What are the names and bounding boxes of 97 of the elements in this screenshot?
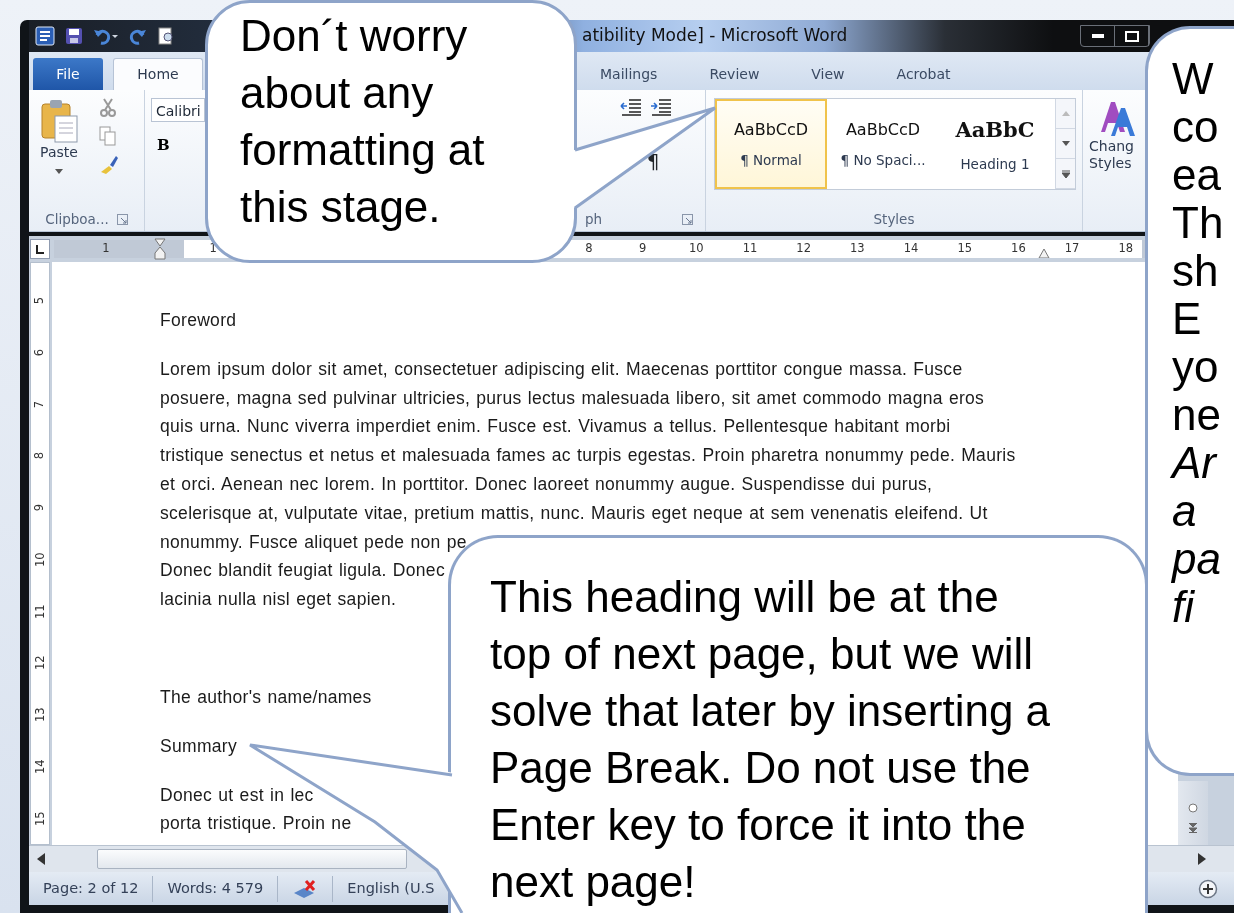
group-label: Clipboa... xyxy=(45,209,109,229)
text-line: lacinia nulla nisl eget sapien. xyxy=(160,588,397,612)
ribbon-tab[interactable]: Home xyxy=(113,58,203,90)
maximize-icon xyxy=(1124,30,1139,42)
ruler-number: 15 xyxy=(31,810,48,826)
redo-icon[interactable] xyxy=(129,27,147,45)
heading-text: Foreword xyxy=(160,309,237,332)
ruler-number: 12 xyxy=(31,655,48,671)
text-line: Donec ut est in lec xyxy=(160,783,314,807)
style-preview: AaBbCcD xyxy=(845,118,921,141)
style-tile[interactable]: AaBbCcD ¶ Normal xyxy=(715,99,827,189)
style-name: ¶ Normal xyxy=(740,150,802,170)
ruler-number: 16 xyxy=(1011,240,1026,258)
ruler-number: 10 xyxy=(31,552,48,567)
tab-selector-icon[interactable] xyxy=(30,239,50,259)
ruler-number: 14 xyxy=(903,240,919,258)
expand-icon xyxy=(1061,169,1070,178)
change-styles-label[interactable]: Chang xyxy=(1089,138,1134,155)
caret-icon xyxy=(55,168,63,174)
font-name-field[interactable]: Calibri xyxy=(151,98,205,122)
page-count[interactable]: Page: 2 of 12 xyxy=(29,875,154,902)
text-line: scelerisque at, vulputate vitae, pretium mattis, nunc. Mauris eget neque at sem venenatis eleifend. Ut xyxy=(160,501,988,525)
callout-text: Don´t worry about any formatting at this stage. xyxy=(240,10,485,233)
ruler-number: 13 xyxy=(31,707,48,723)
group-label: Styles xyxy=(873,209,915,229)
heading-text: Summary xyxy=(160,734,237,758)
word-count[interactable]: Words: 4 579 xyxy=(153,875,279,902)
increase-indent-icon[interactable] xyxy=(650,98,672,116)
text-line: et orci. Aenean nec lorem. In porttitor. Donec laoreet nonummy augue. Suspendisse dui purus, xyxy=(160,473,933,496)
ruler-number: 8 xyxy=(585,240,593,258)
right-indent-marker-icon[interactable] xyxy=(1038,248,1050,258)
style-name: ¶ No Spaci... xyxy=(840,150,926,170)
document-logo-icon xyxy=(35,26,55,46)
ruler-number: 17 xyxy=(1064,240,1080,258)
paintbrush-icon[interactable] xyxy=(99,154,119,174)
undo-icon[interactable] xyxy=(93,27,119,45)
callout-text: This heading will be at the top of next page, but we will solve that later by inserting a Page Break. Do not use the Enter key to force it into the next page! xyxy=(490,571,1051,908)
ruler-number: 15 xyxy=(957,240,973,258)
ribbon-tab[interactable]: View xyxy=(809,58,847,90)
text-line: posuere, magna sed pulvinar ultricies, purus lectus malesuada libero, sit amet commodo magna eros xyxy=(160,386,985,410)
ruler-number: 5 xyxy=(31,297,48,305)
author-line: The author's name/names xyxy=(160,685,372,709)
text-line: Donec blandit feugiat ligula. Donec xyxy=(160,559,445,583)
clipboard-icon xyxy=(39,98,79,144)
style-tile[interactable]: AaBbCcD ¶ No Spaci... xyxy=(827,99,939,189)
ruler-number: 18 xyxy=(1118,240,1134,258)
text-line: quis urna. Nunc viverra imperdiet enim. Fusce est. Vivamus a tellus. Pellentesque habitant morbi xyxy=(160,415,951,439)
text-line: nonummy. Fusce aliquet pede non pe xyxy=(160,530,467,554)
scroll-down-icon xyxy=(1061,141,1070,146)
dialog-launcher-icon[interactable] xyxy=(116,213,128,225)
scroll-down-button[interactable] xyxy=(1056,129,1075,159)
ruler-number: 14 xyxy=(31,759,48,774)
scroll-left-icon xyxy=(37,853,45,865)
ribbon-tab[interactable]: Review xyxy=(707,58,762,90)
ruler-number: 7 xyxy=(31,400,48,408)
ruler-number: 13 xyxy=(850,240,865,258)
ruler-number: 11 xyxy=(31,603,48,619)
change-styles-label[interactable]: Styles xyxy=(1089,154,1132,172)
dialog-launcher-icon[interactable] xyxy=(682,213,693,225)
ruler-number: 9 xyxy=(638,240,647,258)
print-preview-icon[interactable] xyxy=(157,27,175,45)
language-label[interactable]: English (U.S xyxy=(333,875,449,902)
callout-text: W co ea Th sh E yo ne Ar a pa fi xyxy=(1172,55,1224,631)
paste-button[interactable]: Paste xyxy=(35,98,83,207)
scroll-thumb[interactable] xyxy=(97,849,407,869)
style-preview: AaBbC xyxy=(955,116,1035,145)
decrease-indent-icon[interactable] xyxy=(620,98,642,116)
ruler-number: 9 xyxy=(31,504,48,512)
more-styles-button[interactable] xyxy=(1056,159,1075,189)
bold-button[interactable]: B xyxy=(151,132,176,159)
group-label: ph xyxy=(585,209,603,229)
minimize-icon xyxy=(1091,33,1104,39)
browse-object-icon[interactable] xyxy=(1188,803,1198,813)
ribbon-tab[interactable]: Mailings xyxy=(598,58,660,90)
save-icon[interactable] xyxy=(65,27,83,45)
next-page-icon[interactable] xyxy=(1189,823,1197,833)
style-preview: AaBbCcD xyxy=(733,118,809,141)
text-line: tristique senectus et netus et malesuada fames ac turpis egestas. Proin pharetra nonummy pede. Mauris xyxy=(160,444,1016,468)
scroll-up-icon xyxy=(1061,111,1070,116)
ruler-number: 10 xyxy=(688,240,704,258)
window-title: atibility Mode] - Microsoft Word xyxy=(582,24,848,48)
style-name: Heading 1 xyxy=(960,154,1030,174)
ruler-number: 1 xyxy=(209,240,217,258)
ruler-number: 1 xyxy=(102,240,110,258)
ruler-number: 12 xyxy=(796,240,811,258)
ruler-number: 6 xyxy=(31,348,48,357)
indent-marker-icon[interactable] xyxy=(153,238,166,260)
style-tile[interactable]: AaBbC Heading 1 xyxy=(939,99,1051,189)
ribbon-tab[interactable]: Acrobat xyxy=(894,58,953,90)
zoom-in-icon[interactable] xyxy=(1198,878,1218,899)
file-menu-button[interactable]: File xyxy=(33,58,103,90)
scissors-icon[interactable] xyxy=(99,98,117,118)
ruler-number: 11 xyxy=(742,240,758,258)
ruler-number: 8 xyxy=(31,452,48,460)
scroll-right-icon xyxy=(1198,853,1206,865)
text-line: Lorem ipsum dolor sit amet, consectetuer adipiscing elit. Maecenas porttitor congue massa. Fusce xyxy=(160,357,963,381)
text-line: porta tristique. Proin ne xyxy=(160,812,352,836)
